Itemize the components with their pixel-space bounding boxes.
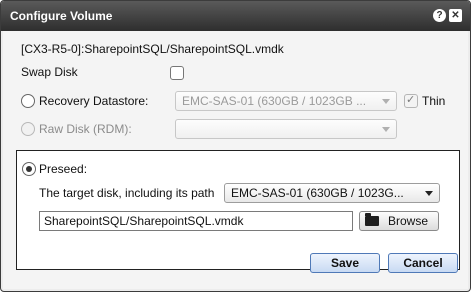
close-icon[interactable]: ✕ (449, 9, 462, 22)
raw-disk-select[interactable] (175, 119, 397, 139)
recovery-datastore-value: EMC-SAS-01 (630GB / 1023GB ... (182, 94, 367, 108)
recovery-datastore-label: Recovery Datastore: (39, 94, 149, 108)
recovery-datastore-select[interactable]: EMC-SAS-01 (630GB / 1023GB ... (175, 91, 397, 111)
cancel-button[interactable]: Cancel (388, 253, 458, 273)
target-disk-label: The target disk, including its path (39, 186, 215, 200)
thin-checkbox[interactable] (404, 93, 418, 108)
dialog-title: Configure Volume (10, 9, 113, 23)
swap-disk-label: Swap Disk (21, 65, 78, 79)
browse-button[interactable]: Browse (359, 211, 439, 231)
dialog-content: [CX3-R5-0]:SharepointSQL/SharepointSQL.v… (3, 31, 468, 289)
thin-label: Thin (422, 94, 446, 108)
preseed-radio[interactable] (22, 162, 36, 176)
disk-path-label: [CX3-R5-0]:SharepointSQL/SharepointSQL.v… (21, 42, 284, 56)
help-icon[interactable]: ? (433, 9, 446, 22)
target-disk-select[interactable]: EMC-SAS-01 (630GB / 1023G... (224, 183, 440, 203)
swap-disk-checkbox[interactable] (170, 66, 184, 80)
configure-volume-dialog: Configure Volume ? ✕ [CX3-R5-0]:Sharepoi… (0, 0, 471, 292)
save-button[interactable]: Save (310, 253, 380, 273)
target-path-input[interactable] (39, 211, 353, 231)
recovery-datastore-radio[interactable] (21, 94, 35, 108)
raw-disk-label: Raw Disk (RDM): (39, 122, 132, 136)
chevron-down-icon (382, 127, 390, 132)
title-bar[interactable]: Configure Volume ? ✕ (1, 1, 470, 31)
raw-disk-radio[interactable] (21, 122, 35, 136)
preseed-panel: Preseed: The target disk, including its … (16, 150, 460, 270)
browse-label: Browse (387, 214, 428, 228)
folder-icon (365, 213, 379, 226)
target-disk-value: EMC-SAS-01 (630GB / 1023G... (231, 186, 404, 200)
chevron-down-icon (425, 191, 433, 196)
chevron-down-icon (382, 99, 390, 104)
preseed-label: Preseed: (39, 162, 88, 176)
